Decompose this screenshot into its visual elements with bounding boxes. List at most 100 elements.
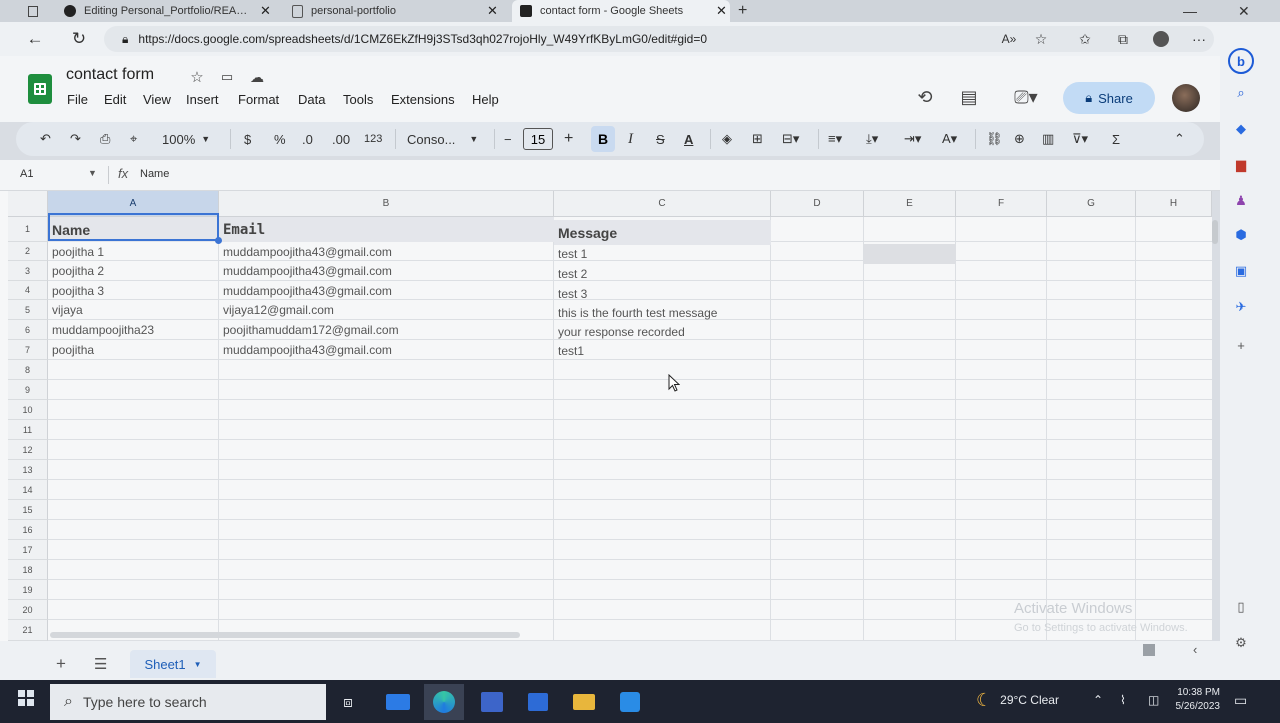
volume-icon[interactable]: ◫ (1148, 682, 1159, 718)
cell-name[interactable]: poojitha 2 (48, 261, 219, 280)
row-header[interactable]: 17 (8, 540, 48, 560)
text-wrap-icon[interactable]: ⇥▾ (904, 122, 921, 156)
cell-name[interactable]: muddampoojitha23 (48, 320, 219, 339)
active-cell-selection[interactable] (48, 213, 219, 241)
weather-widget[interactable]: ☾ 29°C Clear (976, 682, 1059, 718)
new-tab-button[interactable]: + (738, 0, 758, 22)
menu-view[interactable]: View (143, 92, 171, 107)
header-cell-email[interactable]: Email (219, 217, 554, 242)
row-header[interactable]: 19 (8, 580, 48, 600)
row-header[interactable]: 10 (8, 400, 48, 420)
column-header-b[interactable]: B (219, 191, 554, 217)
settings-icon[interactable]: ⚙ (1232, 634, 1250, 652)
menu-extensions[interactable]: Extensions (391, 92, 455, 107)
filter-icon[interactable]: ⊽▾ (1072, 122, 1088, 156)
back-icon[interactable]: ← (24, 28, 46, 50)
cell-email[interactable]: muddampoojitha43@gmail.com (219, 242, 554, 261)
notifications-icon[interactable]: ▭ (1234, 682, 1247, 718)
taskbar-search-box[interactable]: ⌕ Type here to search (50, 684, 326, 720)
row-header[interactable]: 4 (8, 281, 48, 300)
text-color-button[interactable]: A (684, 122, 693, 156)
align-horizontal-icon[interactable]: ≡▾ (828, 122, 842, 156)
print-icon[interactable]: ⎙ (100, 122, 110, 156)
shopping-tag-icon[interactable]: ◆ (1232, 120, 1250, 138)
cell-message[interactable]: this is the fourth test message (554, 303, 771, 322)
collapse-menus-icon[interactable]: ⌃ (1174, 122, 1185, 156)
row-header[interactable]: 8 (8, 360, 48, 380)
cloud-status-icon[interactable]: ☁ (244, 64, 270, 90)
bold-button[interactable]: B (591, 126, 615, 152)
chevron-down-icon[interactable]: ▼ (88, 168, 97, 178)
read-aloud-icon[interactable]: A» (998, 28, 1020, 50)
column-header-g[interactable]: G (1047, 191, 1136, 217)
row-header[interactable]: 6 (8, 320, 48, 340)
snipping-app-icon[interactable] (472, 684, 512, 720)
file-explorer-icon[interactable] (564, 684, 604, 720)
font-size-decrease-button[interactable]: − (504, 122, 512, 156)
meet-icon[interactable]: ⎚▾ (1006, 84, 1046, 110)
font-size-input[interactable]: 15 (523, 128, 553, 150)
menu-edit[interactable]: Edit (104, 92, 126, 107)
font-select[interactable]: Conso... ▼ (407, 122, 478, 156)
cell-message[interactable]: test 2 (554, 264, 771, 283)
zoom-select[interactable]: 100% ▼ (162, 122, 210, 156)
tab-actions-icon[interactable] (28, 0, 38, 22)
chevron-left-icon[interactable]: ‹ (1193, 642, 1197, 657)
add-sidebar-icon[interactable]: + (1232, 336, 1250, 354)
favorite-add-icon[interactable]: ☆ (1030, 28, 1052, 50)
split-screen-icon[interactable]: ▯ (1232, 598, 1250, 616)
select-all-corner[interactable] (8, 191, 48, 217)
column-header-d[interactable]: D (771, 191, 864, 217)
horizontal-scrollbar[interactable] (50, 632, 520, 638)
all-sheets-icon[interactable]: ☰ (94, 655, 107, 673)
mail-app-icon[interactable] (378, 684, 418, 720)
office-icon[interactable]: ⬢ (1232, 226, 1250, 244)
explore-icon[interactable] (1143, 644, 1155, 656)
cell-message[interactable]: test 3 (554, 284, 771, 303)
column-header-e[interactable]: E (864, 191, 956, 217)
cell-name[interactable]: poojitha 3 (48, 281, 219, 300)
cell-name[interactable]: poojitha (48, 340, 219, 359)
minimize-icon[interactable]: — (1183, 0, 1203, 22)
column-header-f[interactable]: F (956, 191, 1047, 217)
chart-icon[interactable]: ▥ (1042, 122, 1054, 156)
font-size-increase-button[interactable]: + (564, 122, 573, 156)
briefcase-icon[interactable]: ▆ (1232, 156, 1250, 174)
close-icon[interactable]: ✕ (716, 3, 727, 19)
cell-message[interactable]: test 1 (554, 244, 771, 263)
chevron-up-icon[interactable]: ⌃ (1093, 682, 1103, 718)
row-header[interactable]: 18 (8, 560, 48, 580)
row-header[interactable]: 14 (8, 480, 48, 500)
link-icon[interactable]: ⛓ (986, 122, 1003, 156)
increase-decimal-button[interactable]: .00 (332, 122, 350, 156)
games-icon[interactable]: ♟ (1232, 192, 1250, 210)
fill-handle[interactable] (215, 237, 222, 244)
row-header[interactable]: 13 (8, 460, 48, 480)
windows-start-icon[interactable] (18, 690, 34, 706)
header-cell-message[interactable]: Message (554, 220, 771, 245)
borders-icon[interactable]: ⊞ (752, 122, 763, 156)
add-sheet-icon[interactable]: + (56, 654, 66, 674)
row-header[interactable]: 7 (8, 340, 48, 360)
row-header[interactable]: 12 (8, 440, 48, 460)
tab-personal-portfolio[interactable]: personal-portfolio ✕ (292, 0, 502, 22)
row-header[interactable]: 3 (8, 261, 48, 281)
document-title[interactable]: contact form (66, 66, 154, 84)
functions-icon[interactable]: Σ (1112, 122, 1120, 156)
row-header[interactable]: 9 (8, 380, 48, 400)
menu-data[interactable]: Data (298, 92, 325, 107)
move-folder-icon[interactable]: ▭ (214, 64, 240, 90)
tab-github-readme[interactable]: Editing Personal_Portfolio/READM ✕ (64, 0, 274, 22)
sheet-tab-sheet1[interactable]: Sheet1 ▼ (130, 650, 216, 678)
formula-input[interactable]: Name (140, 168, 169, 180)
drop-icon[interactable]: ✈ (1232, 298, 1250, 316)
network-icon[interactable]: ⌇ (1120, 682, 1126, 718)
cell-message[interactable]: test1 (554, 341, 771, 360)
undo-icon[interactable]: ↶ (40, 122, 51, 156)
store-app-icon[interactable] (518, 684, 558, 720)
collections-icon[interactable]: ⧉ (1112, 28, 1134, 50)
cell-email[interactable]: poojithamuddam172@gmail.com (219, 320, 554, 339)
edge-app-icon[interactable] (424, 684, 464, 720)
row-header[interactable]: 5 (8, 300, 48, 320)
text-rotation-icon[interactable]: A▾ (942, 122, 957, 156)
